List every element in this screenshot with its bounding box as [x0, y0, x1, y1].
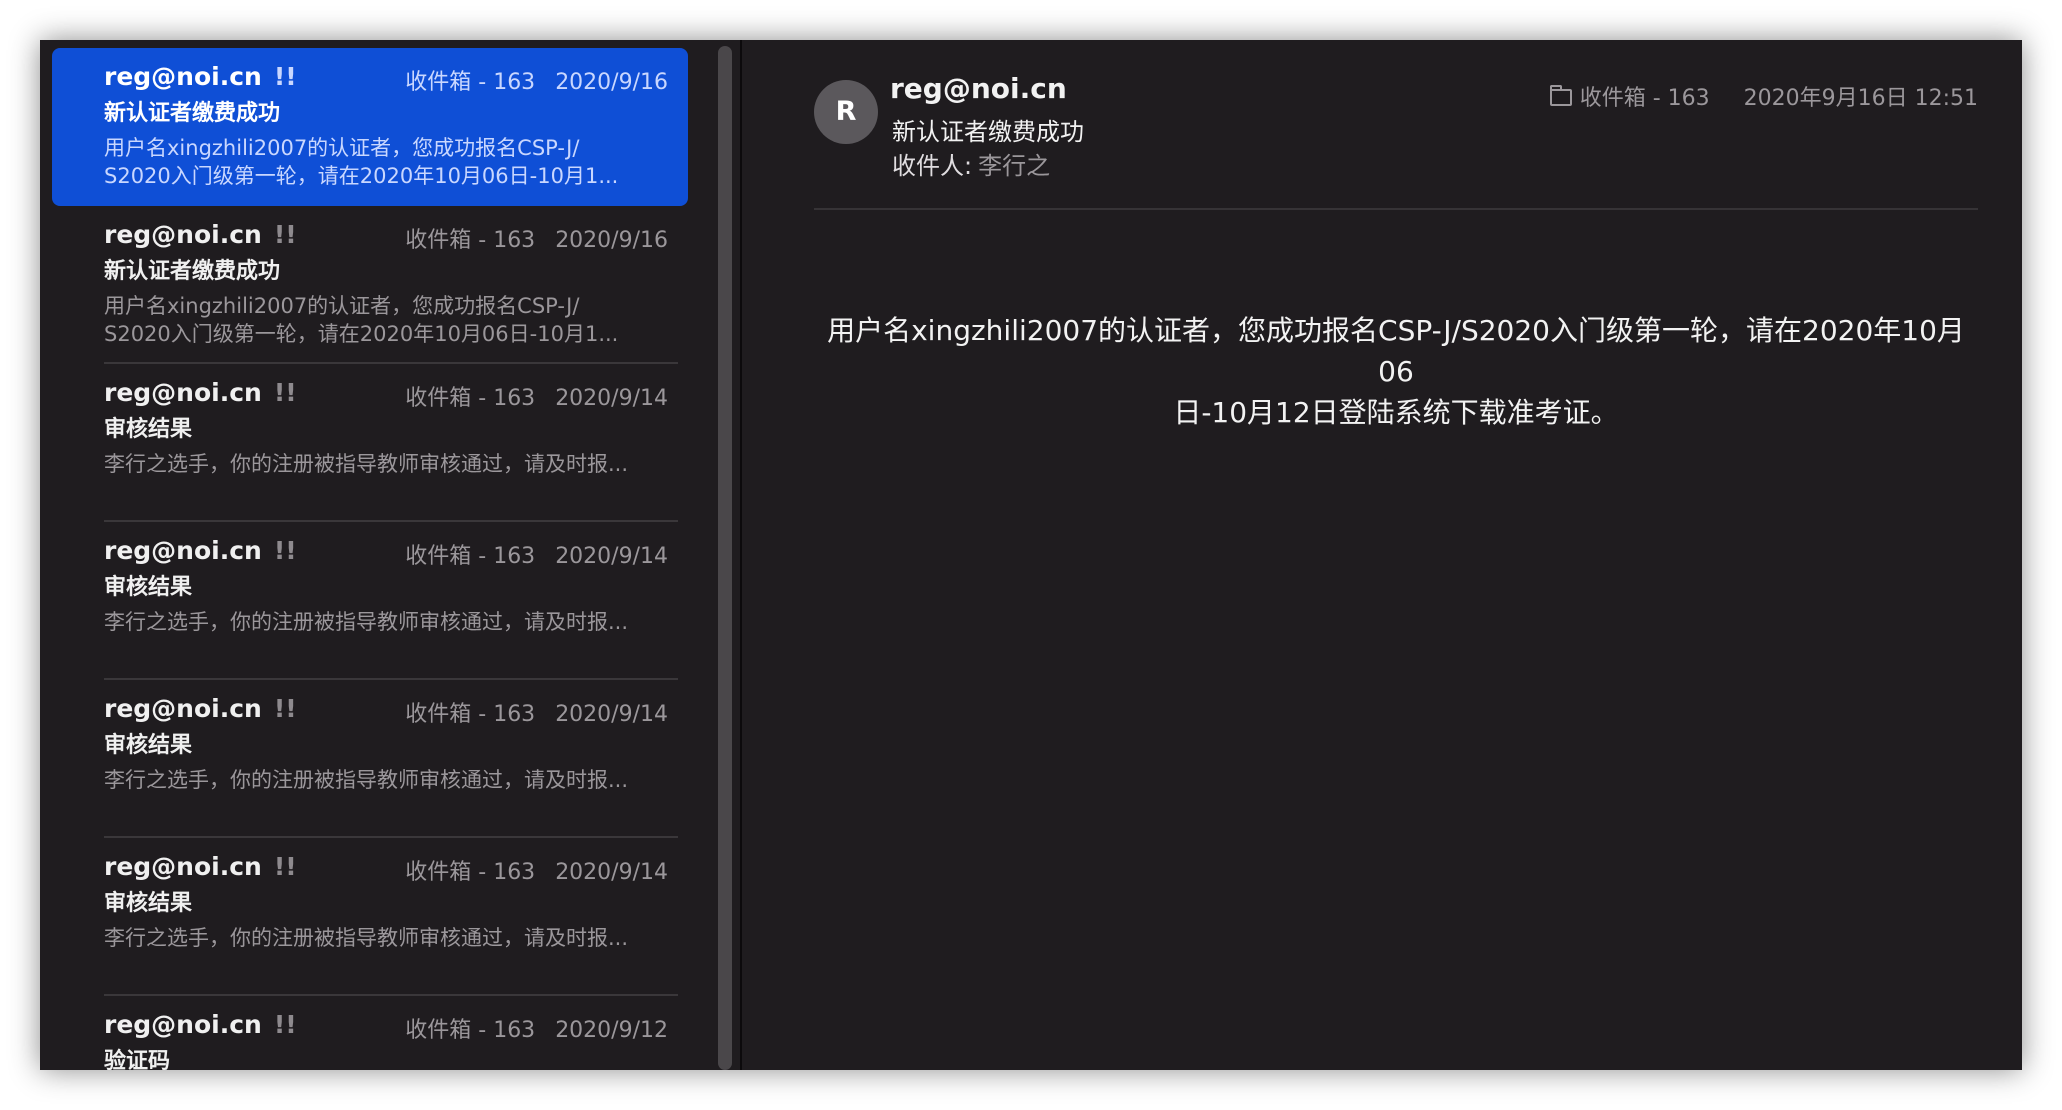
message-folder: 收件箱 - 163: [405, 702, 536, 727]
message-list-item[interactable]: reg@noi.cn!! 收件箱 - 163 2020/9/14 审核结果 李行之…: [52, 364, 688, 522]
message-date: 2020/9/16: [555, 70, 668, 95]
reader-folder: 收件箱 - 163: [1579, 86, 1710, 111]
message-preview: 李行之选手，你的注册被指导教师审核通过，请及时报...: [104, 768, 629, 792]
priority-flag-icon: !!: [273, 1010, 297, 1039]
pane-splitter[interactable]: [710, 40, 742, 1070]
message-subject: 审核结果: [104, 417, 193, 442]
message-subject: 审核结果: [104, 733, 193, 758]
message-folder: 收件箱 - 163: [405, 70, 536, 95]
message-list-item[interactable]: reg@noi.cn!! 收件箱 - 163 2020/9/14 审核结果 李行之…: [52, 838, 688, 996]
message-subject: 审核结果: [104, 891, 193, 916]
message-body: 用户名xingzhili2007的认证者，您成功报名CSP-J/S2020入门级…: [827, 314, 1965, 429]
message-sender: reg@noi.cn: [104, 536, 262, 565]
reader-datetime: 2020年9月16日 12:51: [1743, 86, 1978, 111]
message-subject: 新认证者缴费成功: [104, 259, 281, 284]
message-preview: 李行之选手，你的注册被指导教师审核通过，请及时报...: [104, 452, 629, 476]
message-date: 2020/9/12: [555, 1018, 668, 1043]
list-scrollbar[interactable]: [718, 46, 732, 1070]
recipient-label: 收件人:: [892, 152, 973, 180]
reader-recipient: 收件人: 李行之: [892, 146, 1050, 181]
message-preview: 用户名xingzhili2007的认证者，您成功报名CSP-J/ S2020入门…: [104, 294, 619, 346]
message-sender: reg@noi.cn: [104, 852, 262, 881]
message-preview: 李行之选手，你的注册被指导教师审核通过，请及时报...: [104, 610, 629, 634]
priority-flag-icon: !!: [273, 62, 297, 91]
reader-subject: 新认证者缴费成功: [892, 118, 1084, 146]
message-list-item[interactable]: reg@noi.cn!! 收件箱 - 163 2020/9/14 审核结果 李行之…: [52, 522, 688, 680]
message-date: 2020/9/14: [555, 860, 668, 885]
message-date: 2020/9/14: [555, 386, 668, 411]
message-sender: reg@noi.cn: [104, 220, 262, 249]
message-subject: 审核结果: [104, 575, 193, 600]
message-list-item[interactable]: reg@noi.cn!! 收件箱 - 163 2020/9/16 新认证者缴费成功…: [52, 48, 688, 206]
message-list-item[interactable]: reg@noi.cn!! 收件箱 - 163 2020/9/12 验证码: [52, 996, 688, 1070]
priority-flag-icon: !!: [273, 694, 297, 723]
message-preview: 用户名xingzhili2007的认证者，您成功报名CSP-J/ S2020入门…: [104, 136, 619, 188]
message-list-item[interactable]: reg@noi.cn!! 收件箱 - 163 2020/9/14 审核结果 李行之…: [52, 680, 688, 838]
message-subject: 新认证者缴费成功: [104, 101, 281, 126]
header-divider: [814, 208, 1978, 210]
message-date: 2020/9/14: [555, 702, 668, 727]
mail-window: reg@noi.cn!! 收件箱 - 163 2020/9/16 新认证者缴费成功…: [40, 40, 2022, 1070]
reader-sender[interactable]: reg@noi.cn: [890, 72, 1067, 105]
priority-flag-icon: !!: [273, 378, 297, 407]
message-preview: 李行之选手，你的注册被指导教师审核通过，请及时报...: [104, 926, 629, 950]
message-date: 2020/9/14: [555, 544, 668, 569]
message-folder: 收件箱 - 163: [405, 544, 536, 569]
message-date: 2020/9/16: [555, 228, 668, 253]
priority-flag-icon: !!: [273, 536, 297, 565]
priority-flag-icon: !!: [273, 220, 297, 249]
priority-flag-icon: !!: [273, 852, 297, 881]
message-sender: reg@noi.cn: [104, 694, 262, 723]
reader-meta: 收件箱 - 163 2020年9月16日 12:51: [1549, 80, 1978, 112]
message-reader: R reg@noi.cn 新认证者缴费成功 收件人: 李行之 收件箱 - 163 2…: [742, 40, 2022, 1070]
message-folder: 收件箱 - 163: [405, 386, 536, 411]
message-list-item[interactable]: reg@noi.cn!! 收件箱 - 163 2020/9/16 新认证者缴费成功…: [52, 206, 688, 364]
message-folder: 收件箱 - 163: [405, 228, 536, 253]
folder-icon: [1549, 85, 1572, 106]
message-sender: reg@noi.cn: [104, 378, 262, 407]
message-sender: reg@noi.cn: [104, 1010, 262, 1039]
recipient-name[interactable]: 李行之: [978, 152, 1050, 180]
message-folder: 收件箱 - 163: [405, 860, 536, 885]
message-list[interactable]: reg@noi.cn!! 收件箱 - 163 2020/9/16 新认证者缴费成功…: [40, 40, 710, 1070]
message-folder: 收件箱 - 163: [405, 1018, 536, 1043]
avatar: R: [814, 80, 878, 144]
message-sender: reg@noi.cn: [104, 62, 262, 91]
